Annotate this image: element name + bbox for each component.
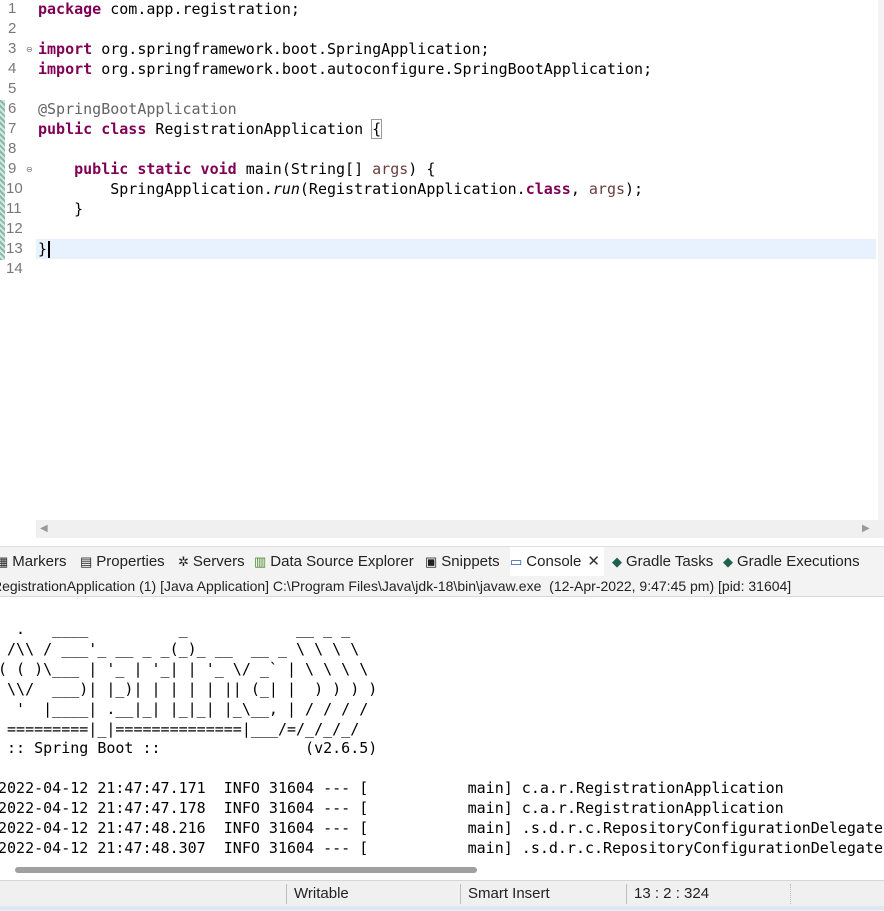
line-number: 5 <box>8 80 17 97</box>
line-number: 12 <box>6 220 23 237</box>
line-number: 8 <box>8 140 17 157</box>
tab-servers[interactable]: ✲ Servers <box>178 547 245 577</box>
tab-snippets[interactable]: ▣ Snippets <box>425 547 500 577</box>
editor-horizontal-scrollbar[interactable]: ◀ ▶ <box>36 520 884 538</box>
line-number: 4 <box>8 60 17 77</box>
spring-banner-line: . ____ _ __ _ _ <box>0 620 351 638</box>
tab-properties[interactable]: ▤ Properties <box>80 547 165 577</box>
markers-icon: ▦ <box>0 554 9 569</box>
text-caret <box>48 241 50 258</box>
tab-gradle-tasks[interactable]: ◆ Gradle Tasks <box>612 547 713 577</box>
line-number: 2 <box>8 20 17 37</box>
scrollbar-thumb[interactable] <box>15 867 477 873</box>
code-line-10: SpringApplication.run(RegistrationApplic… <box>110 180 644 198</box>
editor-vertical-scrollbar[interactable] <box>878 0 884 520</box>
line-number: 6 <box>8 100 17 117</box>
console-icon: ▭ <box>510 554 523 569</box>
status-separator <box>790 884 792 904</box>
servers-icon: ✲ <box>178 554 189 569</box>
current-line-highlight <box>36 239 876 259</box>
data-source-explorer-icon: ▥ <box>254 554 267 569</box>
view-tab-bar: ▦ Markers ▤ Properties ✲ Servers ▥ Data Sour… <box>0 546 884 577</box>
code-line-3: import org.springframework.boot.SpringAp… <box>38 40 490 58</box>
console-horizontal-scrollbar[interactable] <box>0 860 884 878</box>
code-line-11: } <box>38 200 84 218</box>
fold-collapse-icon[interactable]: ⊖ <box>26 45 33 54</box>
code-line-1: package com.app.registration; <box>38 0 300 18</box>
spring-boot-version-line: :: Spring Boot :: (v2.6.5) <box>0 739 378 757</box>
tab-gradle-executions[interactable]: ◆ Gradle Executions <box>723 547 860 577</box>
code-line-4: import org.springframework.boot.autoconf… <box>38 60 653 78</box>
scroll-right-arrow-icon[interactable]: ▶ <box>862 520 870 538</box>
change-indicator-bar <box>0 100 5 260</box>
tab-markers[interactable]: ▦ Markers <box>0 547 66 577</box>
code-line-6: @SpringBootApplication <box>38 100 237 118</box>
tab-data-source-explorer[interactable]: ▥ Data Source Explorer <box>254 547 414 577</box>
line-number-gutter: 1 2 3 4 5 6 7 8 9 10 11 12 13 14 ⊖ ⊖ <box>0 0 36 520</box>
spring-banner-line: ' |____| .__|_| |_|_| |_\__, | / / / / <box>0 700 369 718</box>
line-number: 10 <box>6 180 23 197</box>
log-line: 2022-04-12 21:47:48.216 INFO 31604 --- [… <box>0 819 884 837</box>
gradle-icon: ◆ <box>723 554 733 569</box>
properties-icon: ▤ <box>80 554 93 569</box>
console-output[interactable]: . ____ _ __ _ _ /\\ / ___'_ __ _ _(_)_ _… <box>0 597 884 859</box>
spring-banner-line: =========|_|==============|___/=/_/_/_/ <box>0 720 360 738</box>
spring-banner-line: ( ( )\___ | '_ | '_| | '_ \/ _` | \ \ \ … <box>0 660 369 678</box>
line-number: 1 <box>8 0 17 17</box>
code-line-7: public class RegistrationApplication { <box>38 119 383 139</box>
gradle-icon: ◆ <box>612 554 622 569</box>
log-line: 2022-04-12 21:47:47.178 INFO 31604 --- [… <box>0 799 784 817</box>
fold-collapse-icon[interactable]: ⊖ <box>26 165 33 174</box>
status-separator <box>460 884 461 904</box>
status-separator <box>626 884 627 904</box>
log-line: 2022-04-12 21:47:47.171 INFO 31604 --- [… <box>0 779 784 797</box>
spring-banner-line: /\\ / ___'_ __ _ _(_)_ __ __ _ \ \ \ \ <box>0 640 360 658</box>
code-line-13: } <box>38 240 48 258</box>
window-bottom-edge <box>0 906 884 910</box>
line-number: 13 <box>6 240 23 257</box>
code-line-9: public static void main(String[] args) { <box>74 160 436 178</box>
status-separator <box>286 884 287 904</box>
line-number: 7 <box>8 120 17 137</box>
matching-bracket: { <box>371 119 383 139</box>
log-line: 2022-04-12 21:47:48.307 INFO 31604 --- [… <box>0 839 884 857</box>
scroll-left-arrow-icon[interactable]: ◀ <box>40 520 48 538</box>
snippets-icon: ▣ <box>425 554 438 569</box>
line-number: 11 <box>6 200 22 217</box>
code-editor[interactable]: 1 2 3 4 5 6 7 8 9 10 11 12 13 14 ⊖ ⊖ pac… <box>0 0 884 520</box>
console-process-title: RegistrationApplication (1) [Java Applic… <box>0 576 884 597</box>
tab-console[interactable]: ▭ Console ✕ <box>510 547 604 577</box>
spring-banner-line: \\/ ___)| |_)| | | | | || (_| | ) ) ) ) <box>0 680 378 698</box>
scrollbar-thumb[interactable] <box>52 524 862 534</box>
close-icon[interactable]: ✕ <box>587 553 600 570</box>
line-number: 14 <box>6 260 23 277</box>
